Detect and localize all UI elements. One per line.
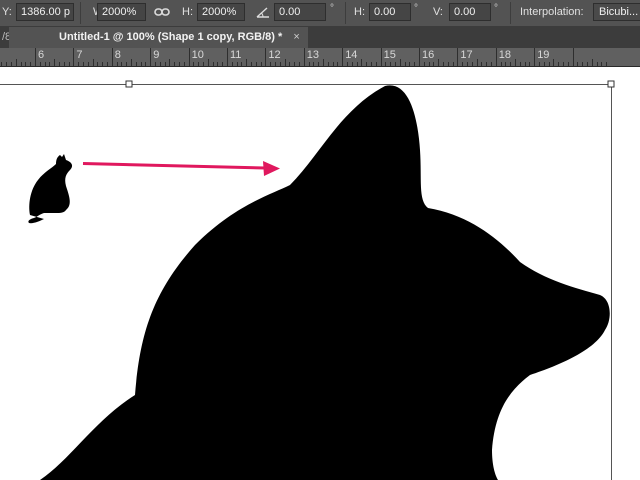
separator [345,2,346,24]
ruler-number: 7 [76,49,83,61]
skew-h-degree-unit: ° [414,3,418,14]
transform-handle-top-center[interactable] [125,80,133,88]
width-field[interactable]: 2000% [97,3,146,21]
height-field[interactable]: 2000% [197,3,245,21]
ruler-number: 15 [383,49,396,61]
ruler-number: 8 [114,49,121,61]
tab-close-icon[interactable]: × [293,27,299,48]
separator [80,2,81,24]
rotate-angle-field[interactable]: 0.00 [274,3,326,21]
skew-h-label: H: [354,6,365,18]
ruler-number: 14 [345,49,358,61]
ruler-number: 6 [38,49,45,61]
separator [510,2,511,24]
transform-handle-top-right[interactable] [607,80,615,88]
ruler-number: 17 [460,49,473,61]
document-canvas[interactable] [0,67,640,480]
ruler-number: 11 [230,49,242,61]
cat-silhouette [28,154,73,224]
ruler-number: 10 [191,49,204,61]
pointer-arrow [82,161,280,176]
y-label: Y: [2,6,12,18]
horizontal-ruler[interactable]: 6 7 8 9 10 11 12 13 14 15 16 17 18 19 [0,48,640,67]
skew-v-field[interactable]: 0.00 [449,3,491,21]
ruler-number: 18 [498,49,512,61]
link-chain-icon[interactable] [154,5,170,22]
cat-head-silhouette[interactable] [40,85,610,480]
rotate-angle-icon [256,6,270,21]
skew-v-label: V: [433,6,443,18]
ruler-number: 12 [268,49,281,61]
document-tab-bar: /8) * × Untitled-1 @ 100% (Shape 1 copy,… [0,26,640,49]
ruler-number: 13 [306,49,320,61]
tab-untitled-1[interactable]: Untitled-1 @ 100% (Shape 1 copy, RGB/8) … [9,27,308,48]
interpolation-select[interactable]: Bicubi... [593,3,640,21]
y-position-field[interactable]: 1386.00 p [16,3,74,21]
ruler-number: 9 [153,49,160,61]
options-bar: Y: 1386.00 p W: 2000% H: 2000% 0.00 ° H:… [0,0,640,27]
angle-degree-unit: ° [330,3,334,14]
ruler-number: 16 [422,49,435,61]
h-label: H: [182,6,193,18]
skew-h-field[interactable]: 0.00 [369,3,411,21]
tab-label: Untitled-1 @ 100% (Shape 1 copy, RGB/8) … [59,31,283,43]
skew-v-degree-unit: ° [494,3,498,14]
interpolation-label: Interpolation: [520,6,584,18]
ruler-number: 19 [537,49,550,61]
